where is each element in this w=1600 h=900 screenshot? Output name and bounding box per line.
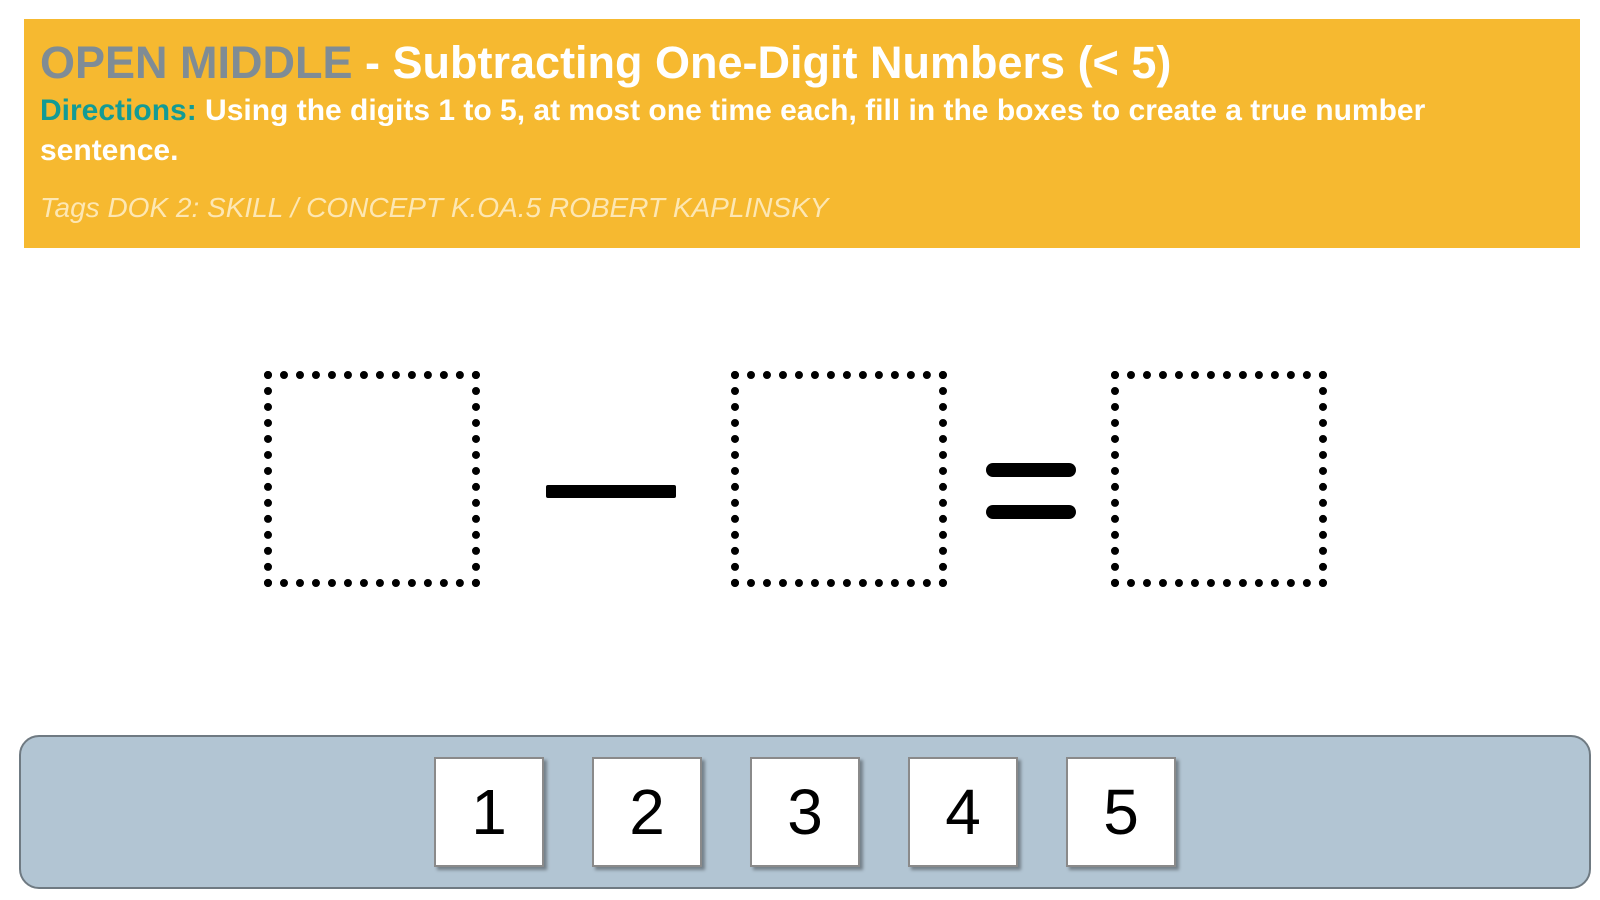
answer-box-2[interactable] [731, 371, 947, 587]
digit-tile-2[interactable]: 2 [592, 757, 702, 867]
slide: OPEN MIDDLE - Subtracting One-Digit Numb… [0, 0, 1600, 900]
equals-sign [986, 463, 1076, 519]
tags: Tags DOK 2: SKILL / CONCEPT K.OA.5 ROBER… [40, 192, 829, 223]
title-rest: - Subtracting One-Digit Numbers (< 5) [352, 37, 1172, 88]
equals-bar-top [986, 463, 1076, 477]
digit-tile-4[interactable]: 4 [908, 757, 1018, 867]
equals-bar-bottom [986, 505, 1076, 519]
directions-text: Using the digits 1 to 5, at most one tim… [40, 94, 1426, 167]
directions-label: Directions: [40, 94, 197, 127]
title-prefix: OPEN MIDDLE [40, 37, 353, 88]
page-title: OPEN MIDDLE - Subtracting One-Digit Numb… [40, 37, 1564, 89]
answer-box-3[interactable] [1111, 371, 1327, 587]
digit-tile-3[interactable]: 3 [750, 757, 860, 867]
answer-box-1[interactable] [264, 371, 480, 587]
directions: Directions: Using the digits 1 to 5, at … [40, 91, 1520, 171]
digit-tile-1[interactable]: 1 [434, 757, 544, 867]
minus-sign [546, 485, 676, 498]
digit-tile-5[interactable]: 5 [1066, 757, 1176, 867]
digit-tray: 1 2 3 4 5 [19, 735, 1591, 889]
header-banner: OPEN MIDDLE - Subtracting One-Digit Numb… [24, 19, 1580, 248]
